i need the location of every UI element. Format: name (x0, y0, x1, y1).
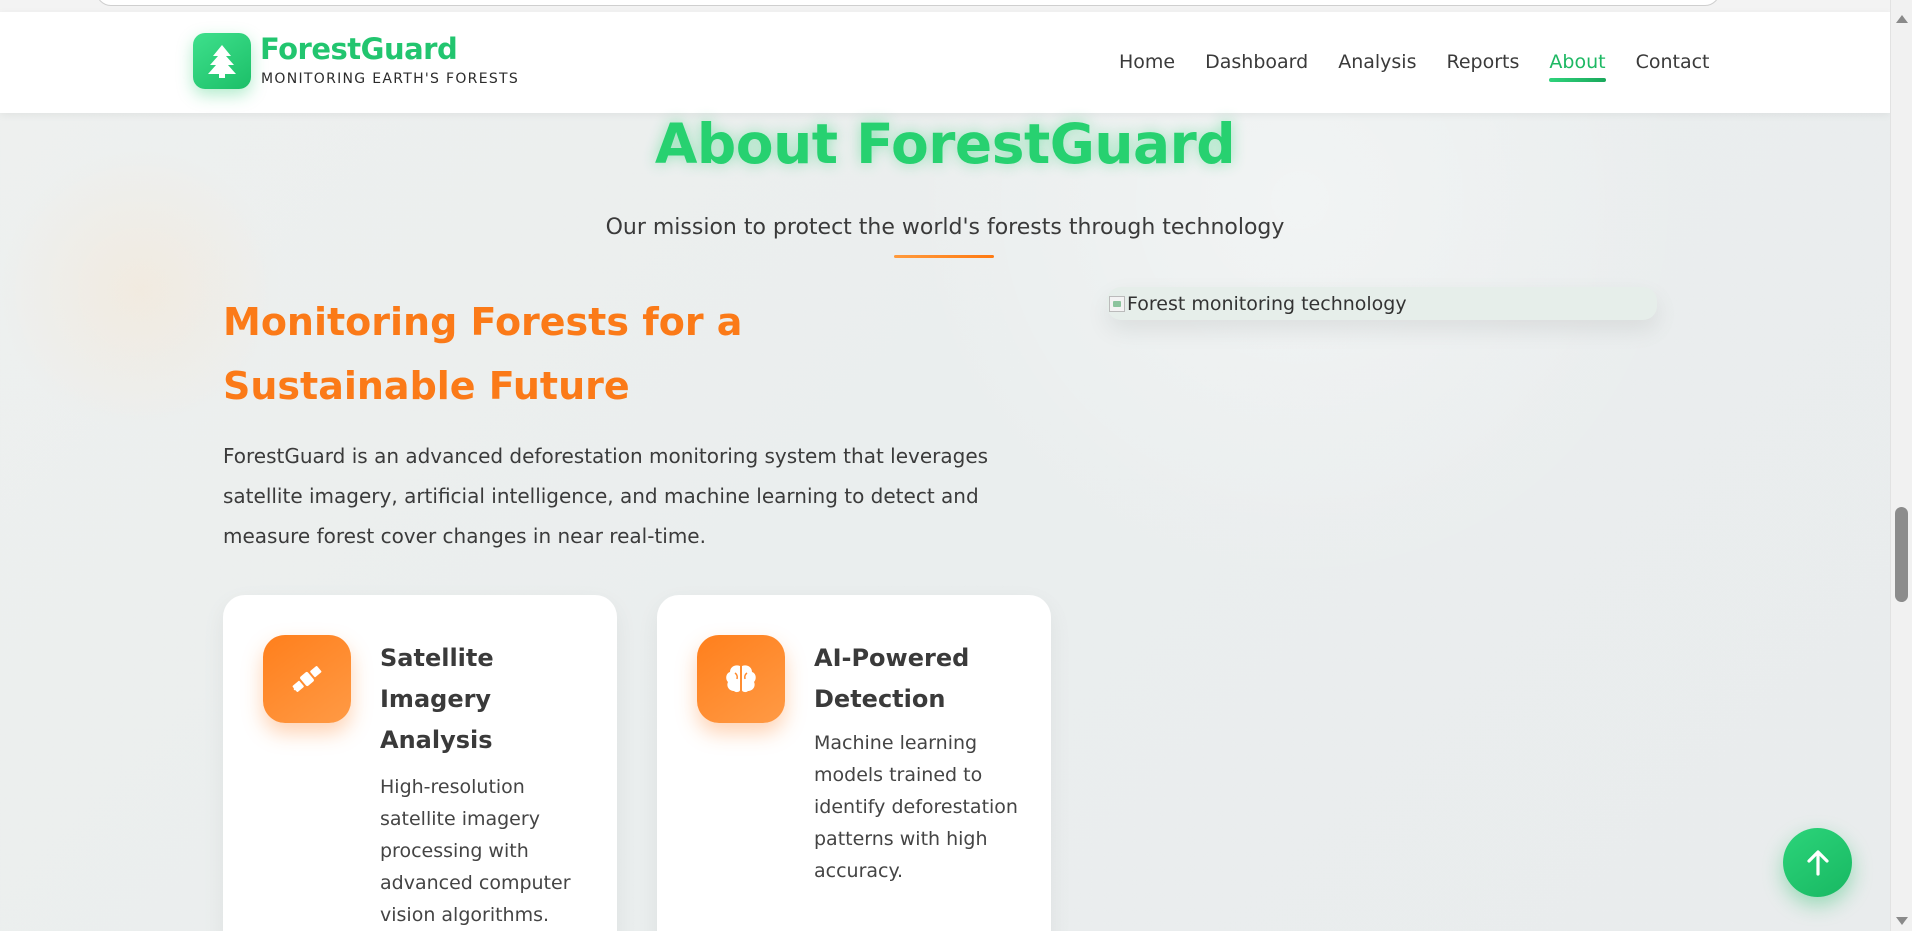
nav-home[interactable]: Home (1119, 51, 1175, 73)
page-subtitle: Our mission to protect the world's fores… (605, 215, 1285, 240)
main-nav: Home Dashboard Analysis Reports About Co… (1119, 51, 1740, 82)
nav-about[interactable]: About (1549, 51, 1606, 82)
brand-tagline: MONITORING EARTH'S FORESTS (261, 71, 520, 87)
brain-icon (697, 635, 785, 723)
satellite-icon (263, 635, 351, 723)
section-heading: Monitoring Forests for a Sustainable Fut… (223, 300, 743, 408)
browser-top-strip (0, 0, 1890, 12)
scroll-up-arrow[interactable] (1896, 15, 1908, 23)
scroll-to-top-button[interactable] (1783, 828, 1852, 897)
brand-name[interactable]: ForestGuard (260, 32, 458, 66)
feature-card-ai: AI-Powered Detection Machine learning mo… (657, 595, 1051, 931)
address-bar-edge (96, 0, 1720, 6)
nav-contact[interactable]: Contact (1636, 51, 1710, 73)
site-header: ForestGuard MONITORING EARTH'S FORESTS H… (0, 12, 1890, 113)
subtitle-underline (894, 255, 994, 258)
image-alt-text: Forest monitoring technology (1127, 292, 1407, 315)
forest-image: Forest monitoring technology (1107, 287, 1657, 320)
logo[interactable] (193, 33, 251, 89)
feature-description: Machine learning models trained to ident… (814, 732, 1018, 882)
broken-image-icon (1109, 295, 1125, 312)
arrow-up-icon (1806, 849, 1829, 876)
scroll-down-arrow[interactable] (1896, 917, 1908, 925)
feature-title: AI-Powered Detection (814, 644, 970, 713)
nav-dashboard[interactable]: Dashboard (1205, 51, 1308, 73)
page-title: About ForestGuard (654, 112, 1236, 176)
scrollbar-thumb[interactable] (1895, 507, 1908, 602)
section-paragraph: ForestGuard is an advanced deforestation… (223, 444, 989, 548)
feature-card-satellite: Satellite Imagery Analysis High-resoluti… (223, 595, 617, 931)
feature-title: Satellite Imagery Analysis (380, 644, 494, 754)
nav-reports[interactable]: Reports (1447, 51, 1520, 73)
tree-icon (208, 45, 236, 78)
nav-analysis[interactable]: Analysis (1338, 51, 1416, 73)
page-scrollbar[interactable] (1890, 0, 1912, 931)
feature-description: High-resolution satellite imagery proces… (380, 776, 571, 926)
